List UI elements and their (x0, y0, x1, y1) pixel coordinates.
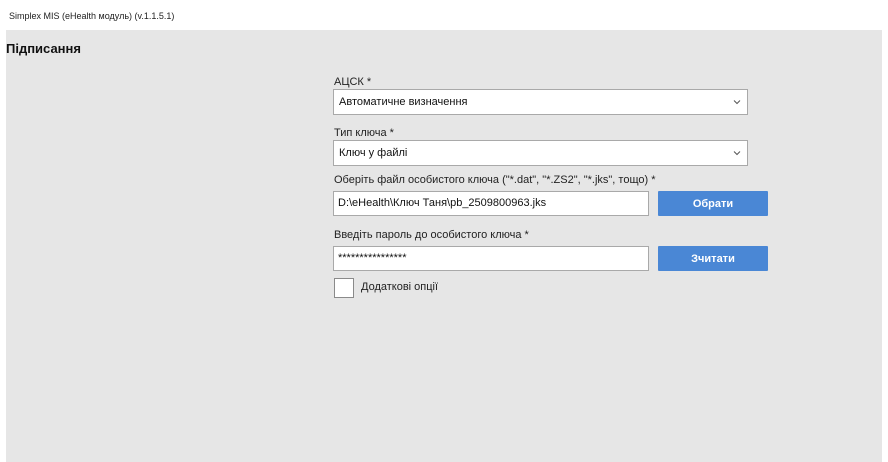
password-input[interactable]: **************** (333, 246, 649, 271)
page-title: Підписання (6, 41, 81, 56)
key-file-input[interactable]: D:\eHealth\Ключ Таня\pb_2509800963.jks (333, 191, 649, 216)
acsk-select[interactable]: Автоматичне визначення (333, 89, 748, 115)
read-key-button[interactable]: Зчитати (658, 246, 768, 271)
title-bar: Simplex MIS (eHealth модуль) (v.1.1.5.1) (0, 0, 888, 30)
window-title: Simplex MIS (eHealth модуль) (v.1.1.5.1) (9, 11, 175, 21)
chevron-down-icon (733, 151, 741, 156)
key-type-select-value: Ключ у файлі (339, 147, 408, 159)
app-content: Підписання АЦСК * Автоматичне визначення… (6, 30, 882, 462)
choose-file-button[interactable]: Обрати (658, 191, 768, 216)
extra-options-label: Додаткові опції (361, 281, 439, 293)
key-type-label: Тип ключа * (334, 127, 394, 139)
acsk-label: АЦСК * (334, 76, 372, 88)
chevron-down-icon (733, 100, 741, 105)
key-file-label: Оберіть файл особистого ключа ("*.dat", … (334, 174, 656, 186)
acsk-select-value: Автоматичне визначення (339, 96, 468, 108)
password-label: Введіть пароль до особистого ключа * (334, 229, 529, 241)
key-type-select[interactable]: Ключ у файлі (333, 140, 748, 166)
extra-options-checkbox[interactable] (334, 278, 354, 298)
